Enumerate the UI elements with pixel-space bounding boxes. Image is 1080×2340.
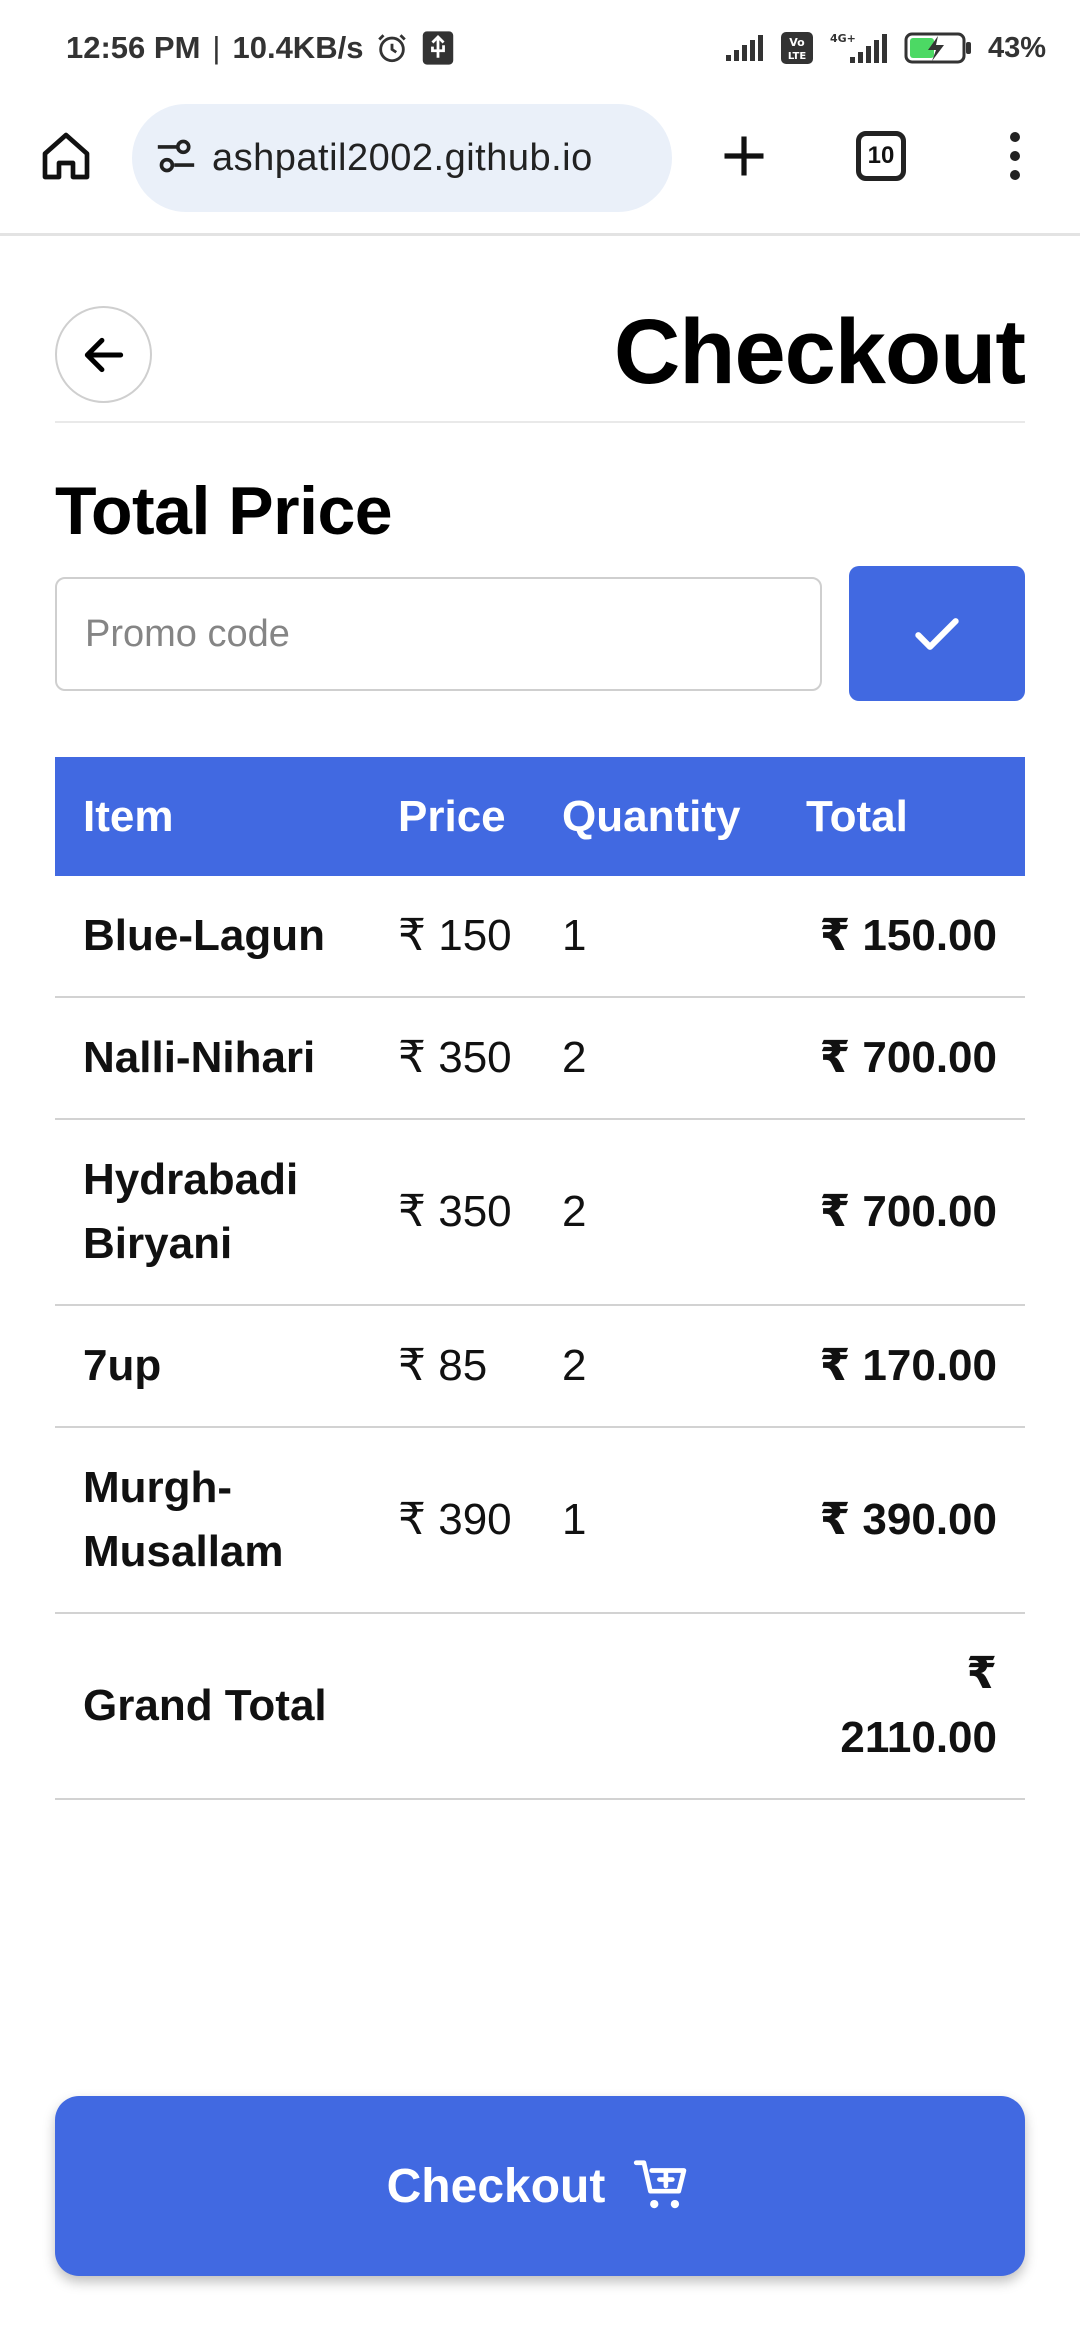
alarm-icon — [375, 31, 409, 65]
status-separator: | — [212, 30, 221, 65]
table-header-row: Item Price Quantity Total — [55, 757, 1025, 876]
home-button[interactable] — [36, 126, 96, 186]
status-bar: 12:56 PM | 10.4KB/s Vo LTE 4G+ 43% — [0, 0, 1080, 96]
order-table: Item Price Quantity Total Blue-Lagun ₹ 1… — [55, 757, 1025, 1800]
table-row: Nalli-Nihari ₹ 350 2 ₹ 700.00 — [55, 997, 1025, 1120]
new-tab-button[interactable] — [714, 126, 774, 186]
row-total: ₹ 700.00 — [778, 997, 1025, 1120]
row-item-name: Nalli-Nihari — [55, 997, 370, 1120]
row-price: ₹ 390 — [370, 1427, 534, 1614]
table-row: 7up ₹ 85 2 ₹ 170.00 — [55, 1305, 1025, 1428]
signal-4g-icon: 4G+ — [828, 31, 890, 65]
column-header-item: Item — [55, 757, 370, 876]
plus-icon — [724, 136, 764, 176]
address-bar[interactable]: ashpatil2002.github.io — [132, 104, 672, 212]
row-item-name: Blue-Lagun — [55, 876, 370, 998]
check-icon — [915, 617, 959, 650]
row-price: ₹ 350 — [370, 1119, 534, 1306]
row-price: ₹ 150 — [370, 876, 534, 998]
volte-icon: Vo LTE — [780, 31, 814, 65]
network-speed: 10.4KB/s — [232, 30, 364, 65]
row-total: ₹ 150.00 — [778, 876, 1025, 998]
row-item-name: Murgh-Musallam — [55, 1427, 370, 1614]
usb-icon — [421, 30, 455, 66]
column-header-quantity: Quantity — [534, 757, 778, 876]
battery-level: 43% — [987, 31, 1046, 64]
svg-text:LTE: LTE — [788, 51, 807, 62]
row-quantity: 1 — [534, 1427, 778, 1614]
row-item-name: Hydrabadi Biryani — [55, 1119, 370, 1306]
column-header-total: Total — [778, 757, 1025, 876]
row-price: ₹ 85 — [370, 1305, 534, 1428]
signal-icon — [724, 33, 766, 63]
column-header-price: Price — [370, 757, 534, 876]
promo-code-input[interactable] — [55, 577, 822, 691]
arrow-left-icon — [84, 337, 123, 372]
tab-switcher-button[interactable]: 10 — [856, 131, 906, 181]
row-quantity: 2 — [534, 1305, 778, 1428]
status-time: 12:56 PM — [66, 30, 201, 65]
more-vert-icon[interactable] — [1000, 126, 1030, 186]
table-row: Hydrabadi Biryani ₹ 350 2 ₹ 700.00 — [55, 1119, 1025, 1306]
cart-add-icon — [634, 2160, 687, 2209]
grand-total-label: Grand Total — [55, 1613, 778, 1800]
svg-text:Vo: Vo — [789, 36, 805, 49]
status-right: Vo LTE 4G+ 43% — [724, 31, 1046, 65]
battery-charging-icon — [904, 31, 974, 65]
home-icon — [42, 132, 90, 180]
grand-total-row: Grand Total ₹ 2110.00 — [55, 1613, 1025, 1800]
checkout-button-label: Checkout — [386, 2159, 606, 2213]
row-price: ₹ 350 — [370, 997, 534, 1120]
row-quantity: 2 — [534, 997, 778, 1120]
browser-toolbar: ashpatil2002.github.io 10 — [0, 96, 1080, 236]
tab-count: 10 — [867, 142, 895, 169]
apply-promo-button[interactable] — [849, 566, 1025, 701]
back-button[interactable] — [55, 306, 152, 403]
url-text: ashpatil2002.github.io — [212, 136, 593, 179]
svg-text:4G+: 4G+ — [830, 32, 856, 45]
section-title: Total Price — [55, 473, 393, 549]
row-quantity: 2 — [534, 1119, 778, 1306]
row-total: ₹ 390.00 — [778, 1427, 1025, 1614]
status-left: 12:56 PM | 10.4KB/s — [66, 30, 455, 66]
table-row: Blue-Lagun ₹ 150 1 ₹ 150.00 — [55, 876, 1025, 998]
grand-total-value: ₹ 2110.00 — [778, 1613, 1025, 1800]
row-total: ₹ 170.00 — [778, 1305, 1025, 1428]
checkout-button[interactable]: Checkout — [55, 2096, 1025, 2276]
row-item-name: 7up — [55, 1305, 370, 1428]
page-title: Checkout — [613, 301, 1026, 403]
row-total: ₹ 700.00 — [778, 1119, 1025, 1306]
table-row: Murgh-Musallam ₹ 390 1 ₹ 390.00 — [55, 1427, 1025, 1614]
header-divider — [55, 421, 1025, 423]
row-quantity: 1 — [534, 876, 778, 998]
site-settings-icon[interactable] — [154, 136, 198, 181]
